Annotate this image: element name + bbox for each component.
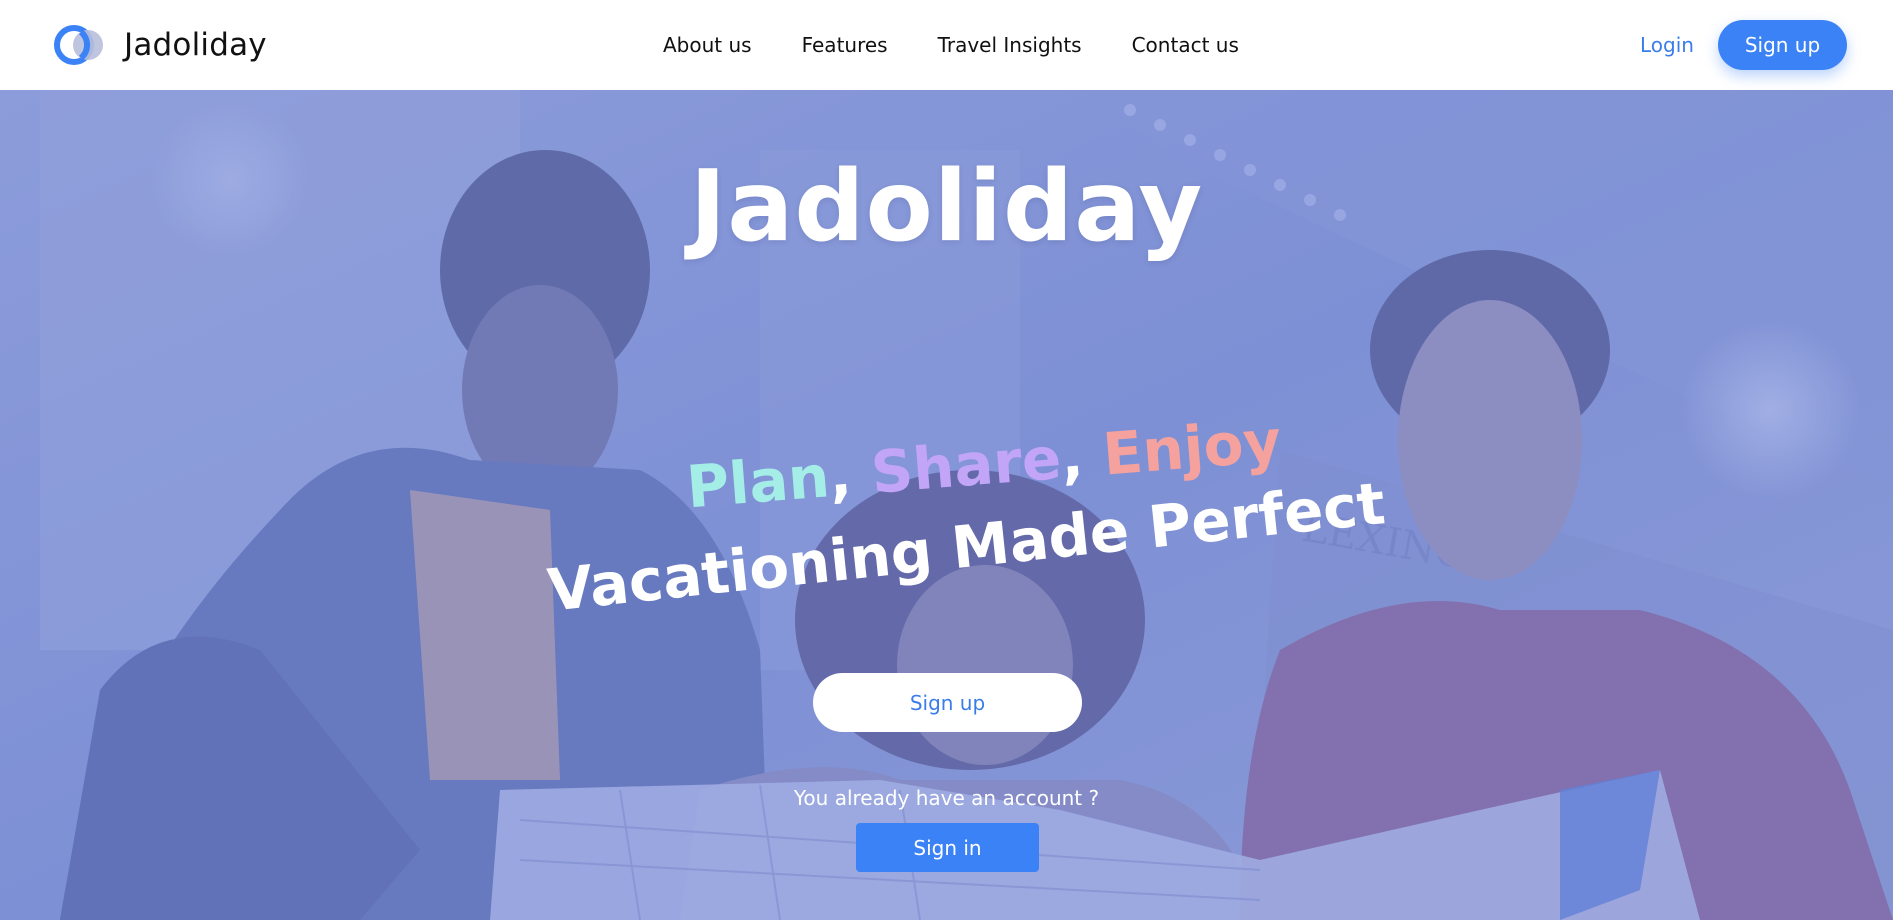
hero-title: Jadoliday — [689, 150, 1204, 264]
tagline-comma: , — [1058, 422, 1086, 492]
top-navbar: Jadoliday About us Features Travel Insig… — [0, 0, 1893, 90]
login-link[interactable]: Login — [1640, 30, 1694, 60]
tagline-comma: , — [826, 440, 854, 511]
nav-link-features[interactable]: Features — [802, 30, 888, 60]
tagline-enjoy: Enjoy — [1100, 406, 1284, 489]
account-prompt: You already have an account ? — [793, 786, 1100, 810]
nav-link-contact-us[interactable]: Contact us — [1132, 30, 1239, 60]
main-nav: About us Features Travel Insights Contac… — [663, 30, 1239, 60]
nav-link-about-us[interactable]: About us — [663, 30, 752, 60]
header-signup-button[interactable]: Sign up — [1718, 20, 1847, 70]
brand-logo-icon — [54, 25, 103, 65]
hero-section: LEXINGT Jadoliday Plan, Share, Enjoy Vac… — [0, 90, 1893, 920]
brand-name: Jadoliday — [124, 27, 267, 63]
signin-button[interactable]: Sign in — [856, 823, 1039, 872]
tagline-plan: Plan — [684, 442, 832, 522]
hero-signup-button[interactable]: Sign up — [813, 673, 1082, 732]
nav-link-travel-insights[interactable]: Travel Insights — [938, 30, 1082, 60]
brand-home-link[interactable]: Jadoliday — [53, 22, 267, 68]
